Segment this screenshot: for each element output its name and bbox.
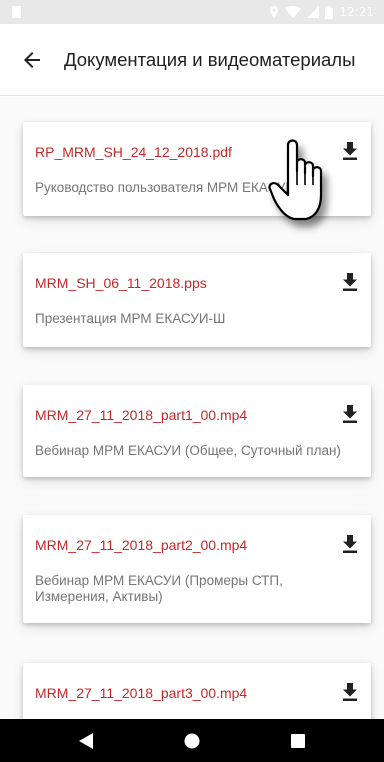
wifi-icon (285, 6, 302, 18)
status-bar: 12:21 (0, 0, 384, 24)
square-recent-icon (291, 733, 305, 748)
document-description: Вебинар МРМ ЕКАСУИ (Промеры СТП, Измерен… (35, 573, 283, 604)
page-title: Документация и видеоматериалы (64, 49, 356, 70)
arrow-left-icon (24, 52, 40, 68)
document-card[interactable]: MRM_27_11_2018_part3_00.mp4 (23, 663, 371, 719)
back-button[interactable] (20, 48, 44, 72)
sim-card-icon (12, 6, 21, 18)
circle-home-icon (184, 733, 200, 748)
nav-home-button[interactable] (162, 719, 222, 762)
nav-back-button[interactable] (56, 719, 116, 762)
navigation-bar (0, 719, 384, 762)
status-time: 12:21 (339, 5, 374, 19)
document-card[interactable]: MRM_SH_06_11_2018.pps Презентация МРМ ЕК… (23, 253, 371, 347)
download-icon[interactable] (343, 142, 357, 160)
document-file-name[interactable]: MRM_27_11_2018_part1_00.mp4 (35, 407, 247, 423)
document-card[interactable]: MRM_27_11_2018_part2_00.mp4 Вебинар МРМ … (23, 515, 371, 623)
document-file-name[interactable]: RP_MRM_SH_24_12_2018.pdf (35, 144, 232, 160)
document-file-name[interactable]: MRM_27_11_2018_part3_00.mp4 (35, 685, 247, 701)
nav-recent-button[interactable] (268, 719, 328, 762)
triangle-back-icon (79, 732, 93, 749)
app-bar: Документация и видеоматериалы (0, 24, 384, 96)
battery-icon (325, 5, 334, 19)
download-icon[interactable] (343, 683, 357, 701)
document-file-name[interactable]: MRM_SH_06_11_2018.pps (35, 275, 207, 291)
documents-list[interactable]: RP_MRM_SH_24_12_2018.pdf Руководство пол… (0, 97, 384, 719)
location-icon (270, 6, 279, 18)
download-icon[interactable] (343, 273, 357, 291)
document-description: Руководство пользователя МРМ ЕКАСУИ-Ш (35, 180, 313, 195)
document-card[interactable]: RP_MRM_SH_24_12_2018.pdf Руководство пол… (23, 122, 371, 216)
document-card[interactable]: MRM_27_11_2018_part1_00.mp4 Вебинар МРМ … (23, 385, 371, 477)
document-description: Вебинар МРМ ЕКАСУИ (Общее, Суточный план… (35, 443, 341, 458)
document-description: Презентация МРМ ЕКАСУИ-Ш (35, 311, 226, 326)
download-icon[interactable] (343, 405, 357, 423)
document-file-name[interactable]: MRM_27_11_2018_part2_00.mp4 (35, 537, 247, 553)
download-icon[interactable] (343, 535, 357, 553)
signal-icon (307, 6, 320, 18)
